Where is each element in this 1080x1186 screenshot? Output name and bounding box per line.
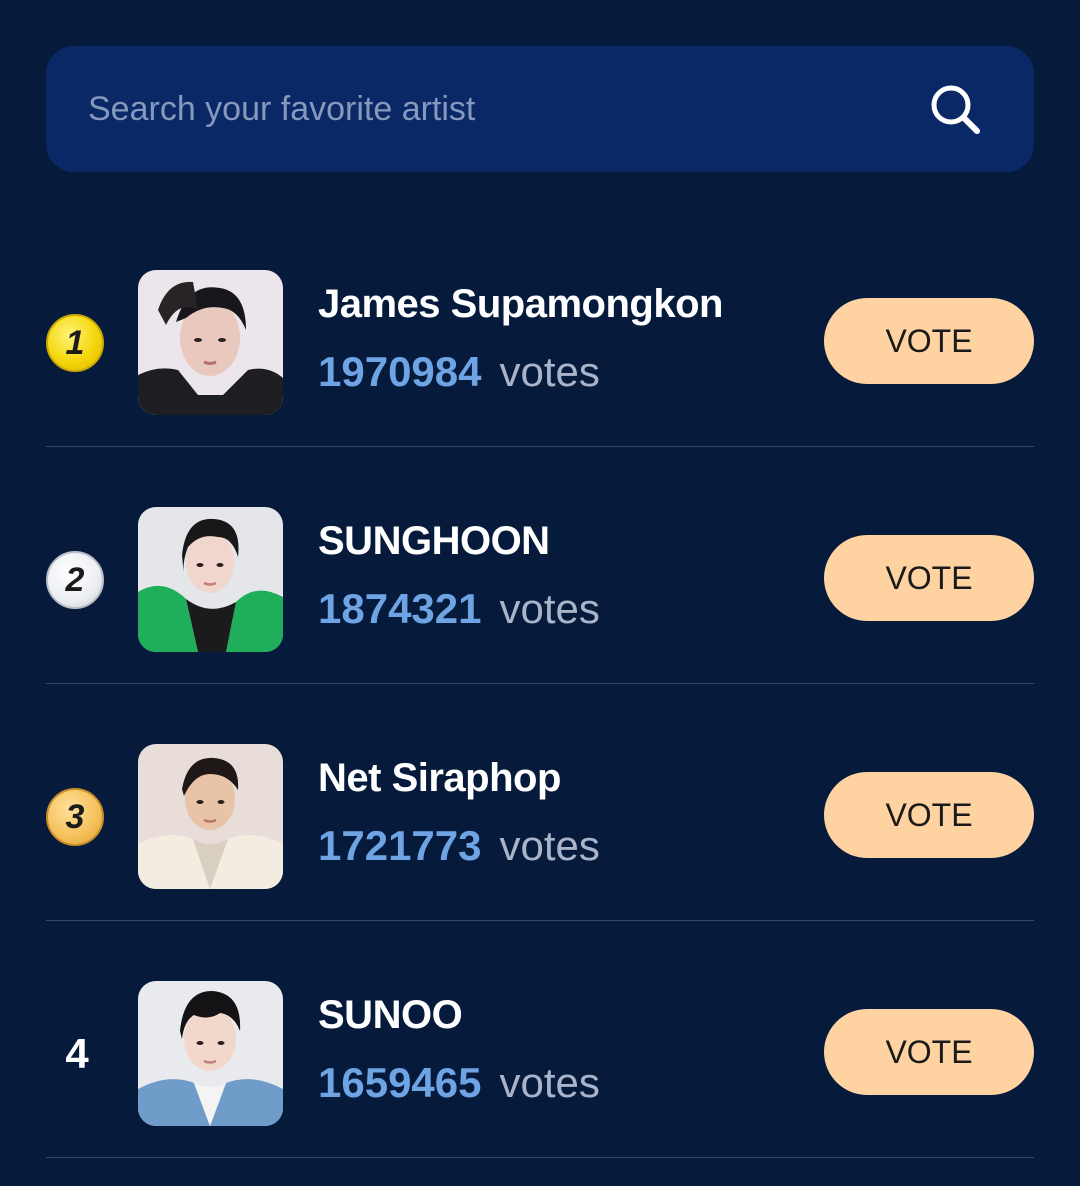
search-bar — [46, 46, 1034, 172]
vote-button[interactable]: VOTE — [824, 772, 1034, 858]
vote-count: 1970984 — [318, 348, 482, 395]
votes-label: votes — [499, 822, 600, 869]
vote-summary: 1970984 votes — [318, 348, 600, 396]
rank-medal-silver: 2 — [46, 551, 104, 609]
votes-label: votes — [499, 1059, 600, 1106]
artist-name: SUNGHOON — [318, 519, 550, 563]
vote-count: 1874321 — [318, 585, 482, 632]
avatar[interactable] — [138, 507, 283, 652]
artist-name: Net Siraphop — [318, 756, 561, 800]
avatar[interactable] — [138, 270, 283, 415]
vote-button[interactable]: VOTE — [824, 298, 1034, 384]
votes-label: votes — [499, 585, 600, 632]
avatar[interactable] — [138, 744, 283, 889]
rank-medal-bronze: 3 — [46, 788, 104, 846]
avatar[interactable] — [138, 981, 283, 1126]
vote-button[interactable]: VOTE — [824, 1009, 1034, 1095]
list-item: 2 SUNGHOON 1874321 votes VOTE — [46, 447, 1034, 684]
artist-name: SUNOO — [318, 993, 463, 1037]
vote-summary: 1659465 votes — [318, 1059, 600, 1107]
vote-summary: 1874321 votes — [318, 585, 600, 633]
list-item: 3 Net Siraphop 1721773 votes VOTE — [46, 684, 1034, 921]
vote-summary: 1721773 votes — [318, 822, 600, 870]
rank-medal-gold: 1 — [46, 314, 104, 372]
vote-count: 1721773 — [318, 822, 482, 869]
rank-number: 4 — [65, 1030, 89, 1077]
votes-label: votes — [499, 348, 600, 395]
vote-button[interactable]: VOTE — [824, 535, 1034, 621]
vote-count: 1659465 — [318, 1059, 482, 1106]
artist-ranking-list: 1 James Supamongkon 1970984 votes VOTE 2 — [46, 210, 1034, 1158]
search-input[interactable] — [88, 76, 908, 142]
search-icon[interactable] — [926, 80, 986, 140]
list-item: 1 James Supamongkon 1970984 votes VOTE — [46, 210, 1034, 447]
artist-name: James Supamongkon — [318, 282, 723, 326]
list-item: 4 SUNOO 1659465 votes VOTE — [46, 921, 1034, 1158]
